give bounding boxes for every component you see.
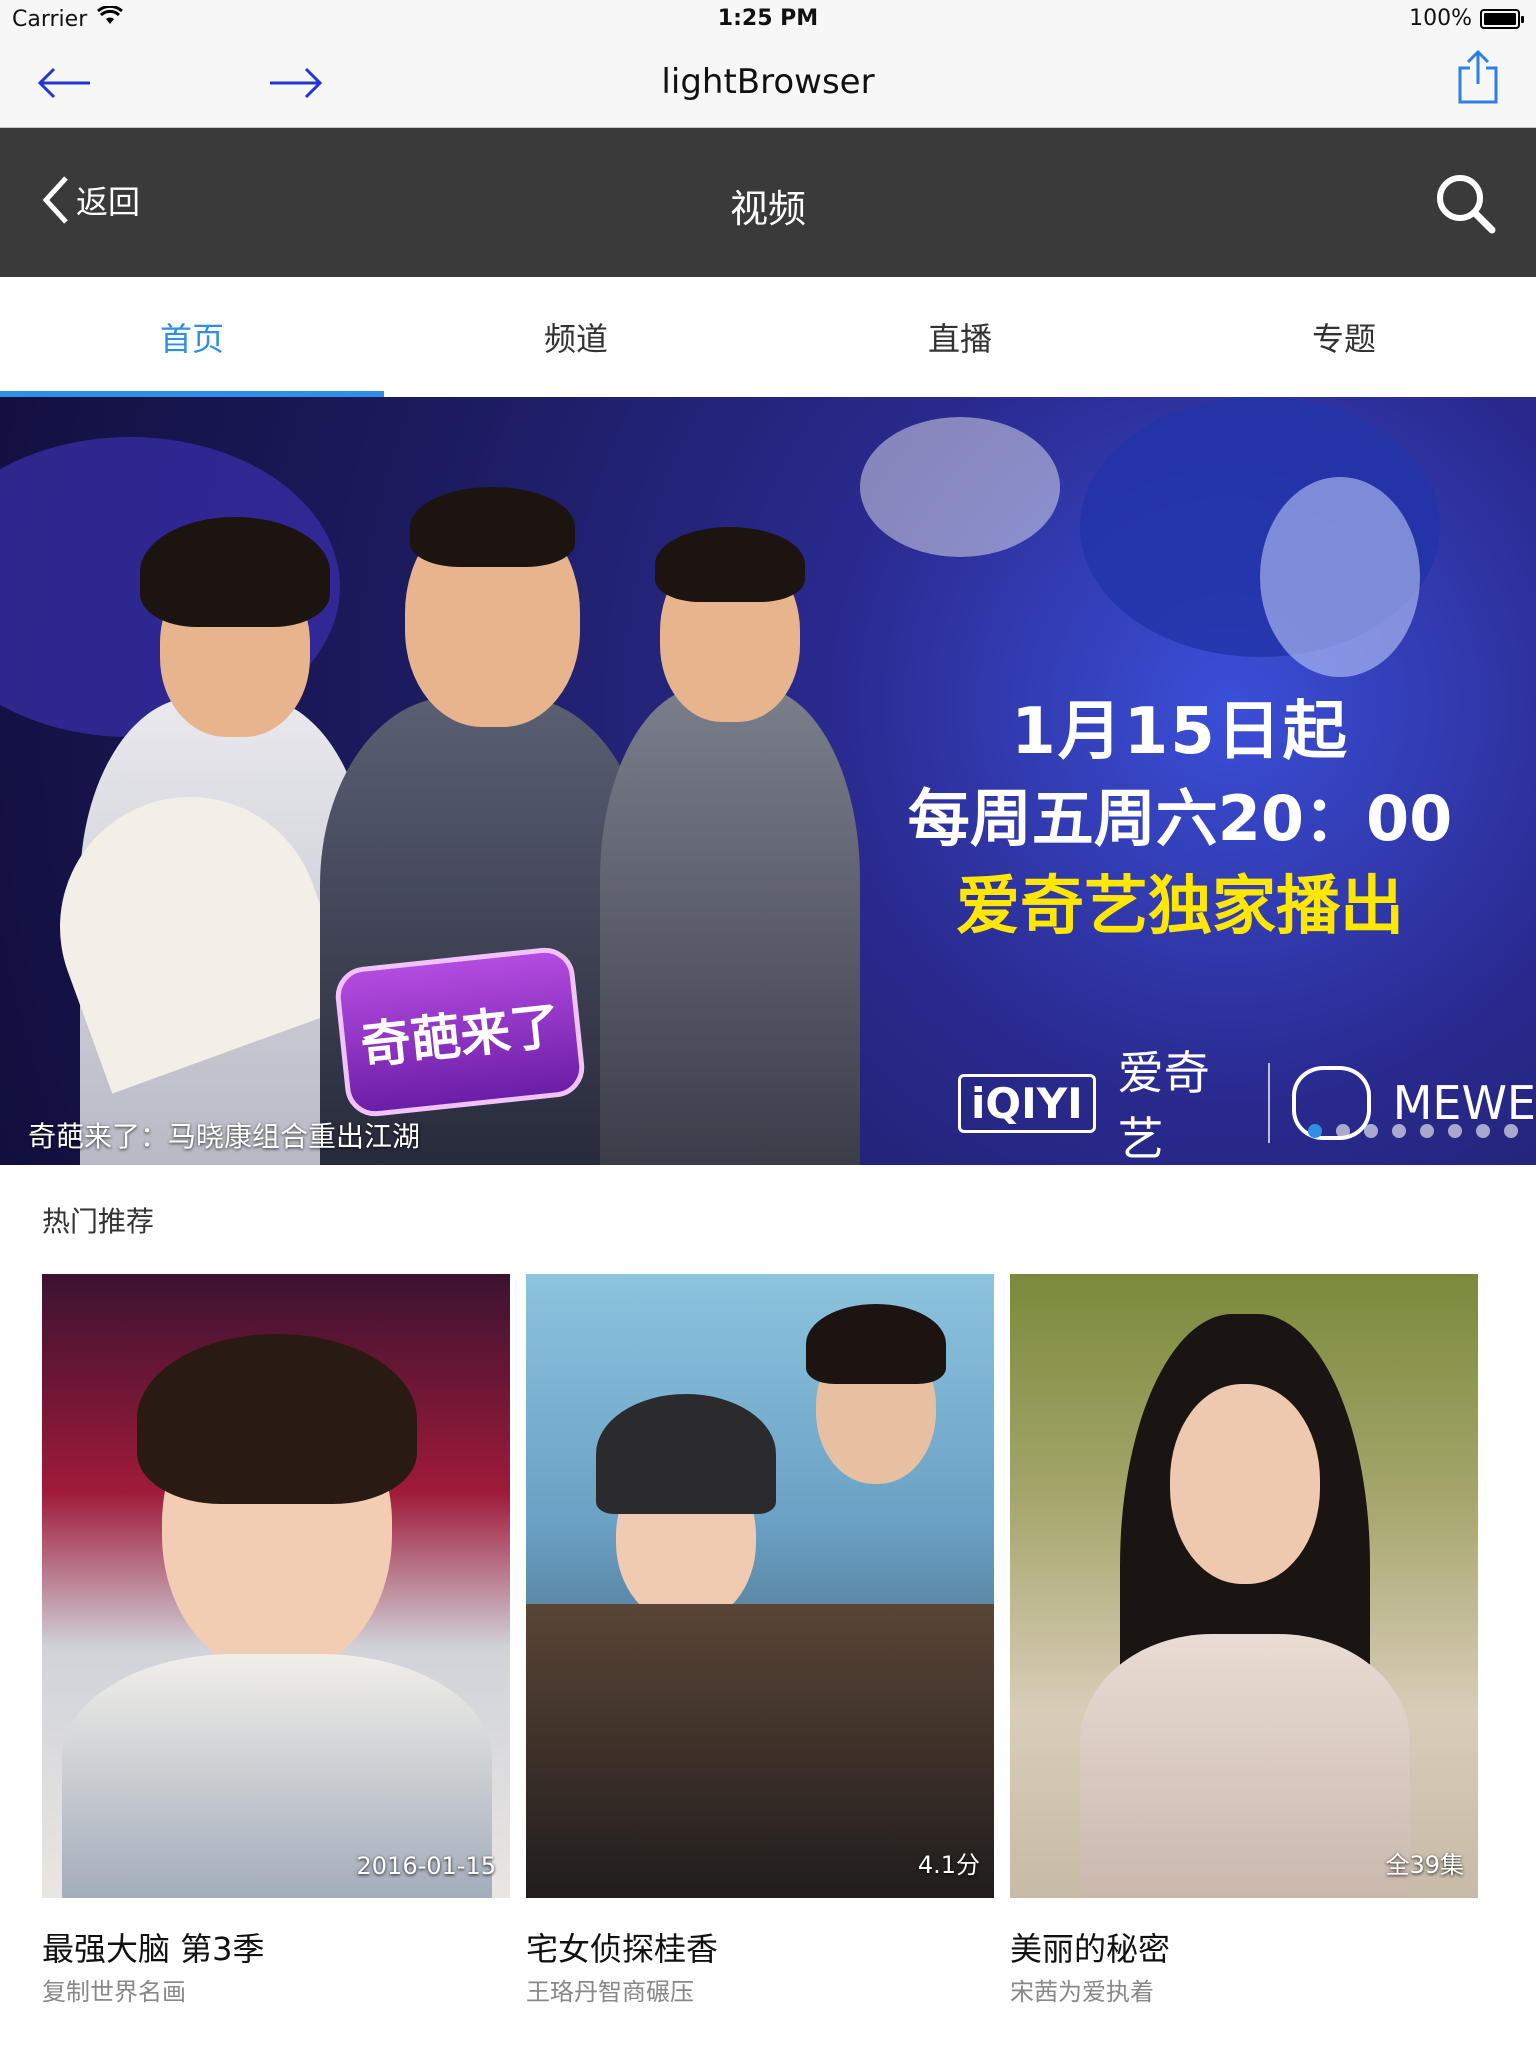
thumb-figure xyxy=(1170,1384,1320,1584)
status-time: 1:25 PM xyxy=(717,6,819,31)
carousel-dot[interactable] xyxy=(1476,1124,1490,1138)
status-bar: Carrier 1:25 PM 100% xyxy=(0,0,1536,40)
video-badge: 全39集 xyxy=(1385,1851,1464,1879)
banner-carousel[interactable]: 奇葩来了 1月15日起 每周五周六20：00 爱奇艺独家播出 iQIYI 爱奇艺… xyxy=(0,397,1536,1165)
video-title: 美丽的秘密 xyxy=(1010,1930,1171,1968)
banner-decor-blob xyxy=(1260,477,1420,677)
thumb-hair xyxy=(806,1304,946,1384)
tab-channels[interactable]: 频道 xyxy=(384,277,768,397)
tab-topics[interactable]: 专题 xyxy=(1152,277,1536,397)
browser-title: lightBrowser xyxy=(661,62,875,102)
video-badge: 4.1分 xyxy=(917,1851,980,1879)
section-title: 热门推荐 xyxy=(42,1205,155,1238)
logo-divider xyxy=(1268,1063,1270,1143)
video-thumbnail: 4.1分 xyxy=(526,1274,994,1898)
search-icon xyxy=(1437,175,1496,234)
show-logo: 奇葩来了 xyxy=(332,944,588,1120)
thumb-body xyxy=(1080,1634,1410,1898)
banner-caption: 奇葩来了：马晓康组合重出江湖 xyxy=(28,1120,421,1153)
carousel-dot[interactable] xyxy=(1448,1124,1462,1138)
video-subtitle: 宋茜为爱执着 xyxy=(1010,1978,1154,2006)
promo-schedule: 每周五周六20：00 xyxy=(907,782,1453,856)
banner-decor-blob xyxy=(860,417,1060,557)
video-thumbnail: 全39集 xyxy=(1010,1274,1478,1898)
carousel-dot[interactable] xyxy=(1364,1124,1378,1138)
carousel-dot[interactable] xyxy=(1308,1124,1322,1138)
thumb-hair xyxy=(137,1334,417,1504)
mewe-label: MEWE xyxy=(1392,1076,1536,1130)
battery-icon xyxy=(1480,8,1524,29)
carousel-dot[interactable] xyxy=(1392,1124,1406,1138)
carousel-dot[interactable] xyxy=(1504,1124,1518,1138)
promo-date: 1月15日起 xyxy=(1011,695,1349,769)
carousel-dot[interactable] xyxy=(1336,1124,1350,1138)
banner-host-right xyxy=(600,467,860,1165)
video-subtitle: 复制世界名画 xyxy=(42,1978,186,2006)
tab-bar: 首页 频道 直播 专题 xyxy=(0,277,1536,397)
video-title: 宅女侦探桂香 xyxy=(526,1930,719,1968)
thumb-hat xyxy=(596,1394,776,1514)
page-title: 视频 xyxy=(729,187,806,231)
app-header: 返回 视频 xyxy=(0,128,1536,277)
share-icon xyxy=(1458,49,1498,104)
video-card[interactable]: 2016-01-15 最强大脑 第3季 复制世界名画 xyxy=(42,1274,510,2014)
video-subtitle: 王珞丹智商碾压 xyxy=(526,1978,694,2006)
carousel-dot[interactable] xyxy=(1420,1124,1434,1138)
search-button[interactable] xyxy=(1432,170,1498,236)
iqiyi-label: 爱奇艺 xyxy=(1117,1046,1210,1165)
video-card[interactable]: 全39集 美丽的秘密 宋茜为爱执着 xyxy=(1010,1274,1478,2014)
promo-exclusive: 爱奇艺独家播出 xyxy=(956,869,1404,944)
video-thumbnail: 2016-01-15 xyxy=(42,1274,510,1898)
tab-home[interactable]: 首页 xyxy=(0,277,384,397)
iqiyi-logo: iQIYI xyxy=(958,1073,1096,1133)
battery-level xyxy=(1484,12,1516,25)
status-right: 100% xyxy=(1409,6,1524,31)
banner-logos: iQIYI 爱奇艺 MEWE xyxy=(958,1037,1536,1165)
tab-live[interactable]: 直播 xyxy=(768,277,1152,397)
battery-percent: 100% xyxy=(1409,6,1472,31)
share-button[interactable] xyxy=(1448,49,1508,104)
banner-promo-text: 1月15日起 每周五周六20：00 爱奇艺独家播出 xyxy=(900,697,1460,942)
browser-toolbar: lightBrowser xyxy=(0,40,1536,128)
carousel-dots xyxy=(1308,1124,1518,1138)
video-card[interactable]: 4.1分 宅女侦探桂香 王珞丹智商碾压 xyxy=(526,1274,994,2014)
video-title: 最强大脑 第3季 xyxy=(42,1930,265,1968)
video-badge: 2016-01-15 xyxy=(356,1852,496,1880)
